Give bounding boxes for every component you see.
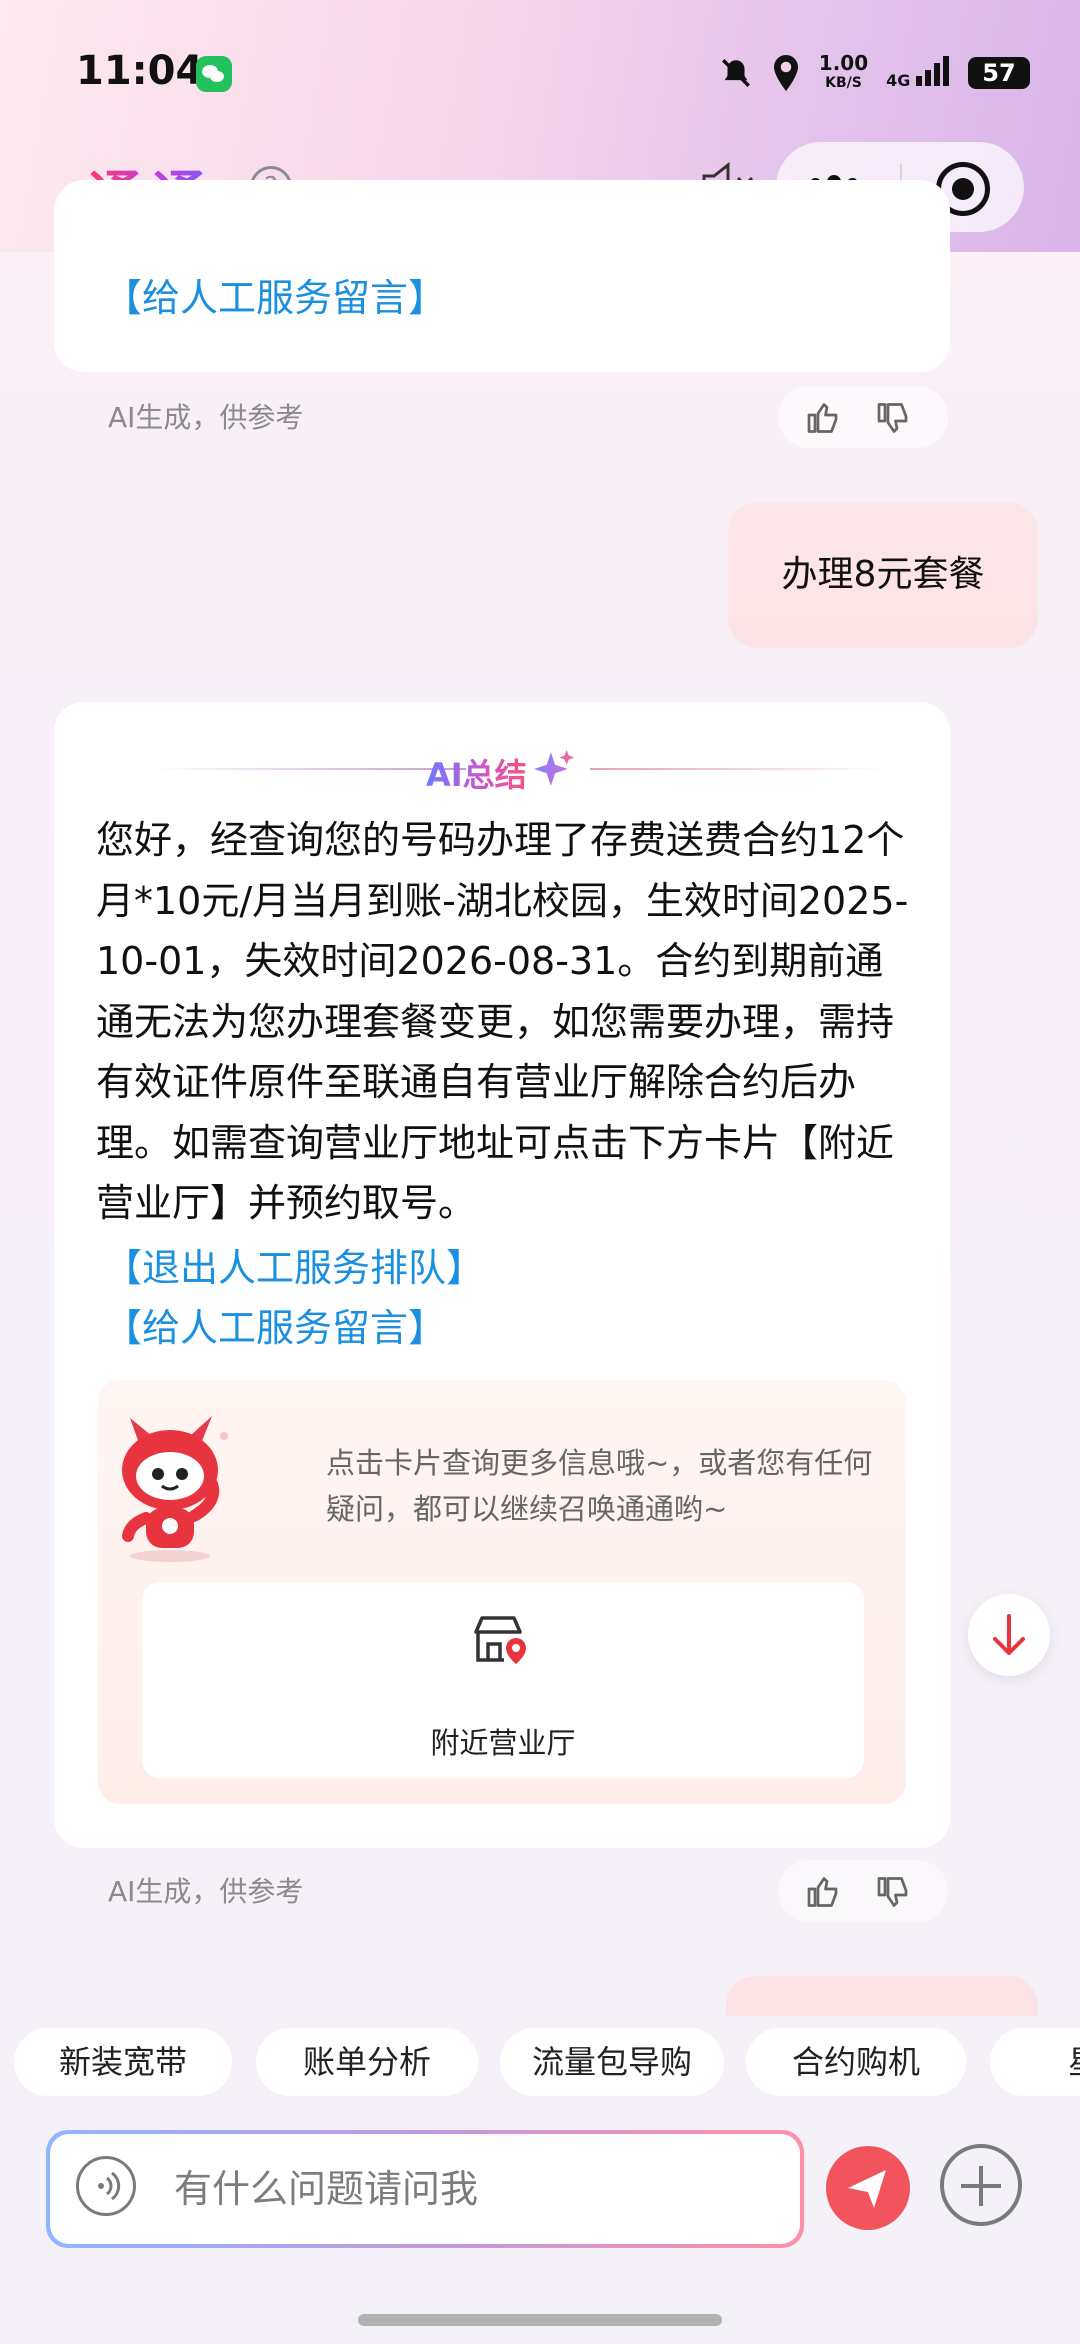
next-user-message-peek [726, 1976, 1038, 2016]
sparkle-icon [534, 750, 574, 786]
leave-message-link[interactable]: 【给人工服务留言】 [104, 1298, 446, 1358]
chip-more[interactable]: 星 [990, 2028, 1080, 2096]
voice-icon[interactable] [76, 2156, 136, 2216]
plus-icon[interactable] [940, 2144, 1022, 2226]
summary-title: AI总结 [426, 750, 527, 796]
user-message: 办理8元套餐 [728, 502, 1038, 648]
thumbs-up-icon[interactable] [806, 400, 842, 436]
service-card-hint: 点击卡片查询更多信息哦~，或者您有任何疑问，都可以继续召唤通通哟~ [326, 1446, 873, 1526]
exit-queue-link[interactable]: 【退出人工服务排队】 [104, 1238, 484, 1298]
message-input-wrapper: 有什么问题请问我 [46, 2130, 804, 2248]
chip-contract-phone[interactable]: 合约购机 [746, 2028, 966, 2096]
arrow-down-icon [993, 1614, 1025, 1655]
status-icons: 1.00 KB/S 4G 57 [719, 48, 1030, 98]
summary-text: 您好，经查询您的号码办理了存费送费合约12个月*10元/月当月到账-湖北校园，生… [96, 818, 909, 1225]
chip-broadband[interactable]: 新装宽带 [14, 2028, 232, 2096]
rating-bar [778, 386, 948, 448]
ai-disclaimer: AI生成，供参考 [108, 401, 304, 434]
thumbs-down-icon[interactable] [876, 400, 912, 436]
send-icon [848, 2170, 886, 2208]
scroll-to-bottom-button[interactable] [968, 1594, 1050, 1676]
message-input[interactable]: 有什么问题请问我 [50, 2134, 800, 2244]
nearby-store-label: 附近营业厅 [430, 1726, 576, 1760]
ai-disclaimer-2: AI生成，供参考 [108, 1875, 304, 1908]
divider-left [150, 768, 466, 770]
signal-icon: 4G [886, 56, 950, 90]
thumbs-up-icon[interactable] [806, 1874, 842, 1910]
battery-icon: 57 [968, 57, 1030, 89]
quick-chips: 新装宽带 账单分析 流量包导购 合约购机 星 [0, 2028, 1080, 2096]
send-button[interactable] [826, 2146, 910, 2230]
location-icon [773, 55, 798, 91]
divider-right [590, 768, 890, 770]
net-speed: 1.00 KB/S [818, 51, 869, 91]
store-location-icon [474, 1616, 526, 1664]
mascot-icon [122, 1416, 228, 1562]
bell-muted-icon [721, 58, 750, 88]
status-bar: 11:04 1.00 KB/S 4G 57 [0, 0, 1080, 140]
home-indicator [358, 2314, 722, 2326]
chip-data-package[interactable]: 流量包导购 [500, 2028, 724, 2096]
leave-message-link-prev[interactable]: 【给人工服务留言】 [104, 268, 446, 328]
thumbs-down-icon[interactable] [876, 1874, 912, 1910]
chip-bill-analysis[interactable]: 账单分析 [256, 2028, 478, 2096]
input-placeholder: 有什么问题请问我 [174, 2167, 479, 2211]
wechat-icon [196, 56, 232, 92]
rating-bar-2 [778, 1860, 948, 1922]
status-time: 11:04 [76, 48, 204, 94]
